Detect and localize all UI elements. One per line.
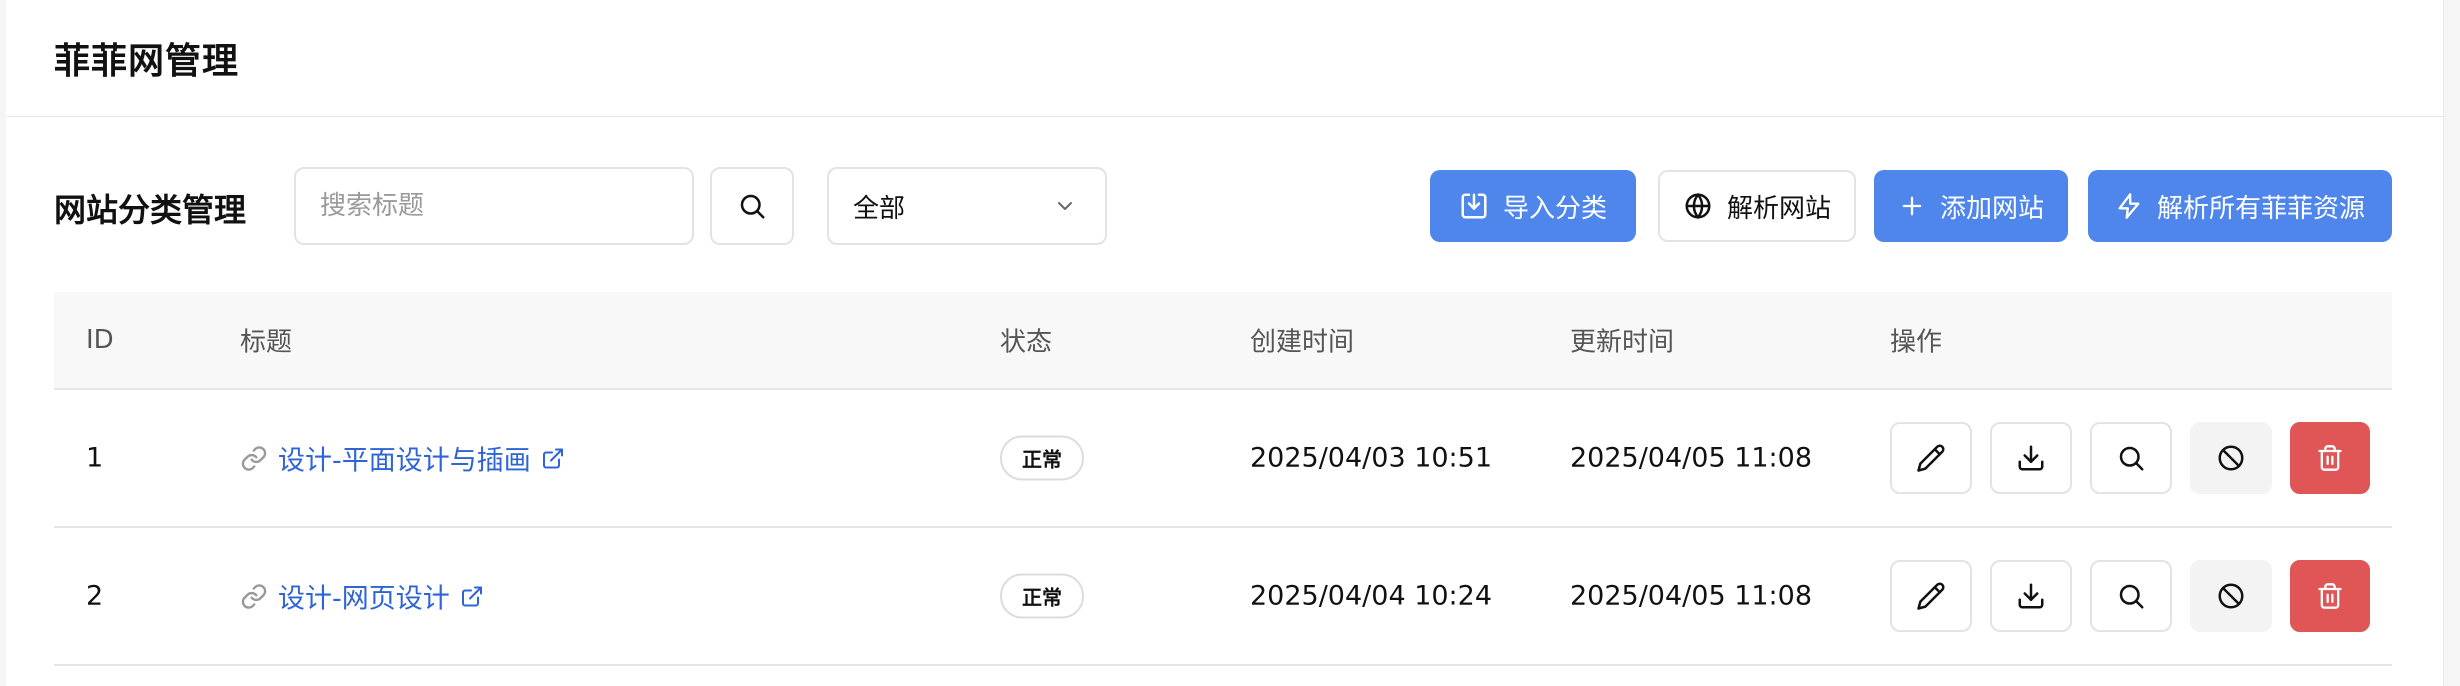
import-category-button[interactable]: 导入分类 [1430,170,1636,242]
download-icon [2016,443,2046,473]
page-header: 菲菲网管理 [6,0,2443,117]
link-icon [240,444,268,472]
edit-button[interactable] [1890,422,1972,494]
ban-icon [2216,581,2246,611]
col-updated: 更新时间 [1570,327,1675,358]
status-badge: 正常 [1000,573,1084,619]
toolbar: 网站分类管理 全部 导入分类 [54,167,2411,245]
parse-site-button[interactable]: 解析网站 [1658,170,1856,242]
category-table: ID 标题 状态 创建时间 更新时间 操作 1 设计-平面设计与插画 正常 20… [54,292,2392,666]
row-actions [1890,560,2370,632]
import-icon [1459,191,1489,221]
search-button[interactable] [710,167,794,245]
search-icon [2116,443,2146,473]
edit-button[interactable] [1890,560,1972,632]
status-filter-select[interactable]: 全部 [827,167,1107,245]
add-label: 添加网站 [1939,193,2044,224]
row-title: 设计-网页设计 [278,583,450,615]
search-row-button[interactable] [2090,422,2172,494]
col-title: 标题 [240,327,293,358]
external-link-icon [541,446,565,470]
row-created: 2025/04/03 10:51 [1250,442,1493,474]
row-title-link[interactable]: 设计-平面设计与插画 [240,439,565,478]
search-input[interactable] [294,167,694,245]
trash-icon [2316,582,2344,610]
col-id: ID [86,325,114,355]
link-icon [240,582,268,610]
row-id: 2 [86,580,104,612]
trash-icon [2316,444,2344,472]
download-icon [2016,581,2046,611]
col-created: 创建时间 [1250,327,1355,358]
row-updated: 2025/04/05 11:08 [1570,442,1813,474]
pencil-icon [1916,581,1946,611]
page-title: 菲菲网管理 [54,41,240,82]
parse-all-label: 解析所有菲菲资源 [2156,193,2365,224]
row-updated: 2025/04/05 11:08 [1570,580,1813,612]
globe-icon [1683,191,1713,221]
lightning-icon [2115,192,2143,220]
import-label: 导入分类 [1502,193,1607,224]
disable-button[interactable] [2190,422,2272,494]
external-link-icon [460,584,484,608]
search-icon [2116,581,2146,611]
download-button[interactable] [1990,422,2072,494]
chevron-down-icon [1053,194,1077,218]
row-id: 1 [86,442,104,474]
row-created: 2025/04/04 10:24 [1250,580,1493,612]
delete-button[interactable] [2290,560,2370,632]
disable-button[interactable] [2190,560,2272,632]
plus-icon [1898,192,1926,220]
delete-button[interactable] [2290,422,2370,494]
row-actions [1890,422,2370,494]
search-icon [737,191,767,221]
parse-label: 解析网站 [1726,193,1831,224]
col-status: 状态 [1000,327,1053,358]
row-title-link[interactable]: 设计-网页设计 [240,577,484,616]
table-row: 2 设计-网页设计 正常 2025/04/04 10:24 2025/04/05… [54,528,2392,666]
table-row: 1 设计-平面设计与插画 正常 2025/04/03 10:51 2025/04… [54,390,2392,528]
main-card: 菲菲网管理 网站分类管理 全部 [6,0,2444,686]
download-button[interactable] [1990,560,2072,632]
add-site-button[interactable]: 添加网站 [1874,170,2068,242]
pencil-icon [1916,443,1946,473]
ban-icon [2216,443,2246,473]
select-value: 全部 [853,193,906,224]
search-row-button[interactable] [2090,560,2172,632]
col-actions: 操作 [1890,327,1943,358]
row-title: 设计-平面设计与插画 [278,445,531,477]
status-badge: 正常 [1000,435,1084,481]
parse-all-button[interactable]: 解析所有菲菲资源 [2088,170,2392,242]
section-title: 网站分类管理 [54,191,247,229]
table-header: ID 标题 状态 创建时间 更新时间 操作 [54,292,2392,390]
